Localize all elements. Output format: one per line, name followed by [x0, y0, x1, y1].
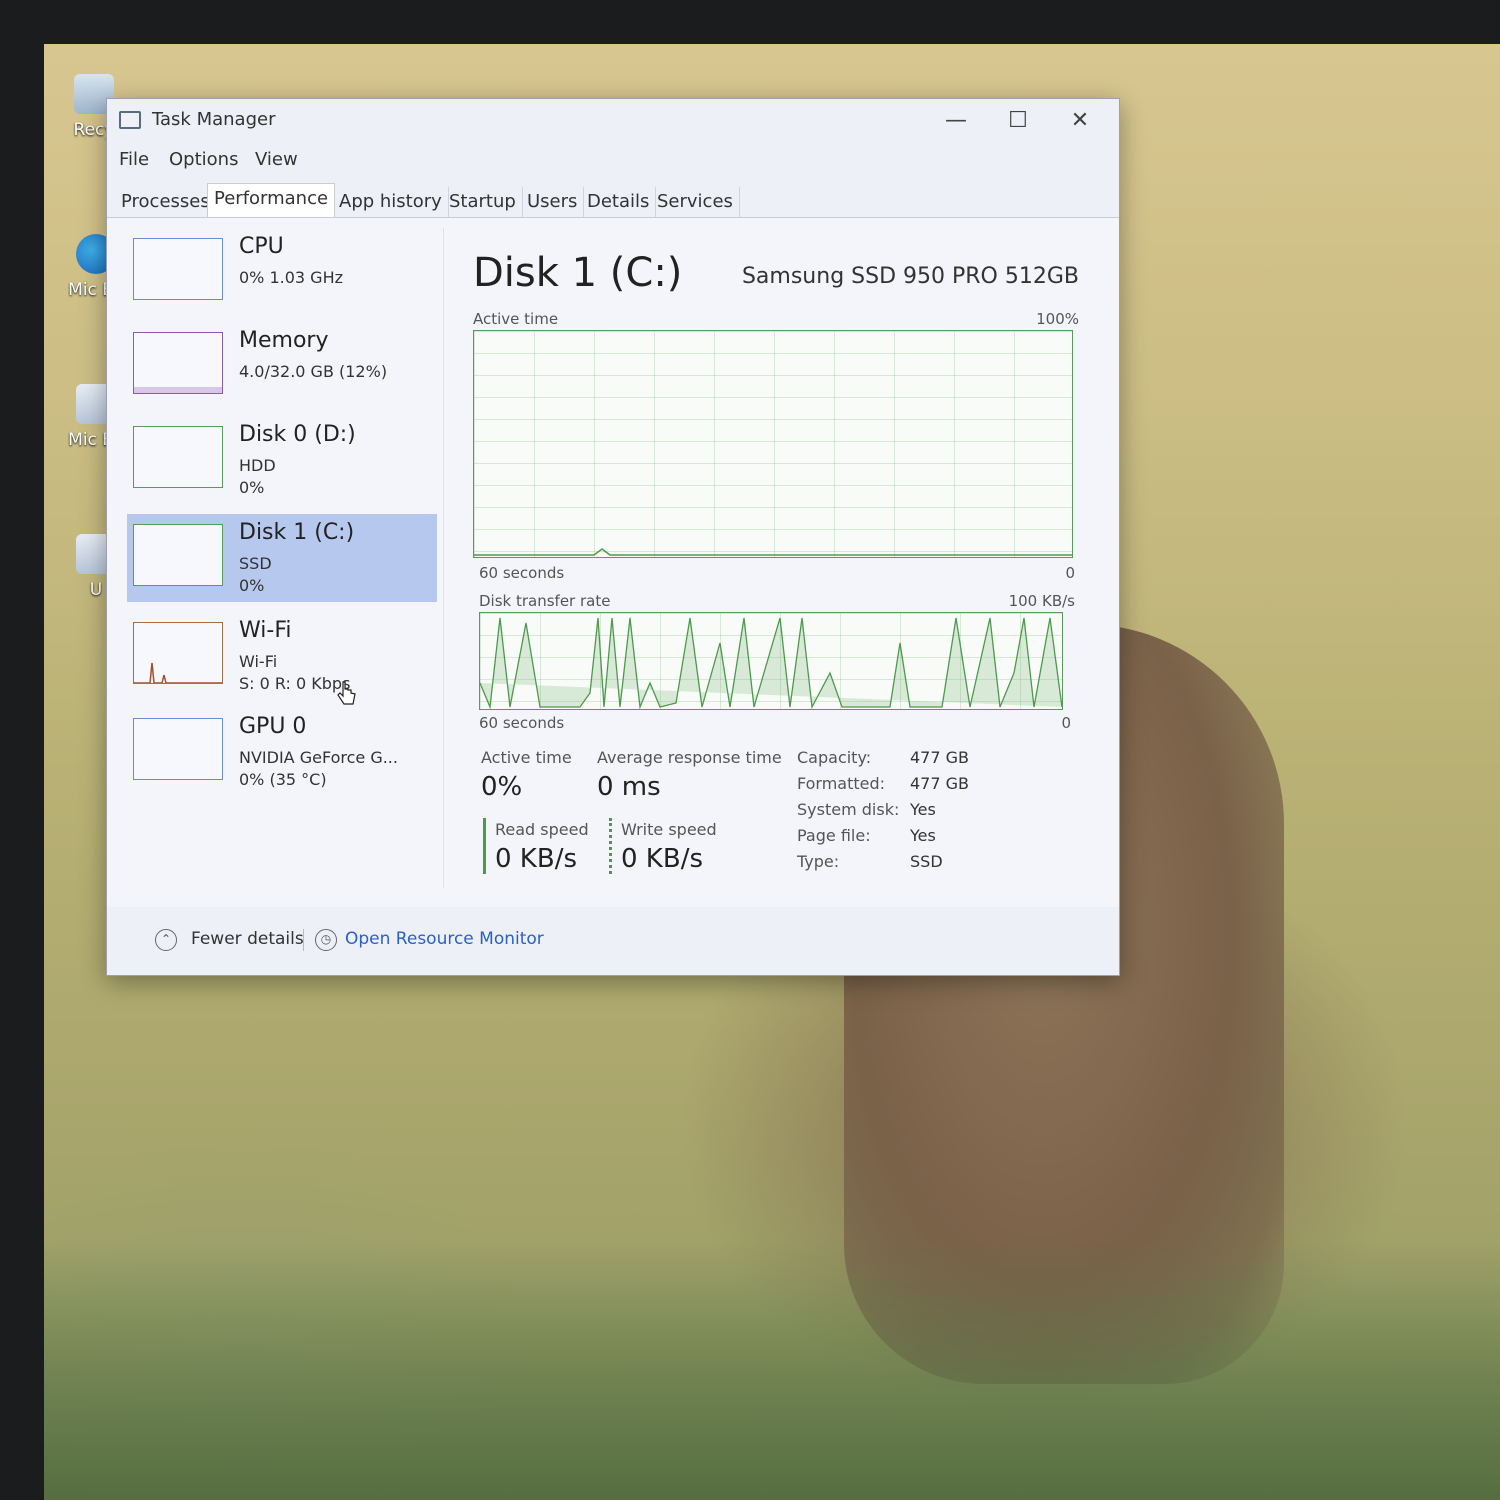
open-resource-monitor-link[interactable]: Open Resource Monitor	[345, 929, 544, 949]
property-value: 477 GB	[910, 748, 969, 767]
sidebar-item-wifi[interactable]: Wi-Fi Wi-Fi S: 0 R: 0 Kbps	[127, 612, 437, 700]
tab-startup[interactable]: Startup	[443, 187, 523, 217]
active-time-graph	[473, 330, 1073, 558]
property-label: Formatted:	[797, 774, 886, 793]
task-manager-window: Task Manager — ☐ ✕ File Options View Pro…	[106, 98, 1120, 976]
sidebar-item-label: Disk 0 (D:)	[239, 422, 356, 447]
response-time-value: 0 ms	[597, 772, 661, 802]
property-value: Yes	[910, 800, 936, 819]
wifi-spike-graph	[134, 662, 222, 683]
panel-divider	[443, 228, 444, 888]
minimize-button[interactable]: —	[933, 105, 979, 137]
menu-file[interactable]: File	[119, 149, 149, 170]
write-speed-label: Write speed	[621, 820, 717, 839]
memory-usage-fill	[134, 387, 222, 393]
tab-app-history[interactable]: App history	[333, 187, 449, 217]
active-time-graph-label: Active time	[473, 310, 559, 328]
sidebar-item-detail: 0%	[239, 576, 265, 595]
sidebar-item-disk-1[interactable]: Disk 1 (C:) SSD 0%	[127, 514, 437, 602]
footer-bar: ⌃ Fewer details ◷ Open Resource Monitor	[107, 907, 1119, 975]
property-value: SSD	[910, 852, 943, 871]
sidebar-item-detail: SSD	[239, 554, 272, 573]
property-label: Page file:	[797, 826, 871, 845]
sidebar-item-label: Wi-Fi	[239, 618, 292, 643]
active-time-stat-value: 0%	[481, 772, 523, 802]
write-speed-value: 0 KB/s	[621, 844, 703, 874]
transfer-rate-lines	[480, 617, 1062, 709]
transfer-rate-graph	[479, 612, 1063, 710]
sidebar-item-disk-0[interactable]: Disk 0 (D:) HDD 0%	[127, 416, 437, 504]
menu-bar: File Options View	[107, 145, 1119, 175]
sidebar-item-label: Memory	[239, 328, 329, 353]
property-label: System disk:	[797, 800, 900, 819]
sidebar-item-detail: S: 0 R: 0 Kbps	[239, 674, 351, 693]
property-label: Type:	[797, 852, 840, 871]
menu-options[interactable]: Options	[169, 149, 238, 170]
tab-processes[interactable]: Processes	[115, 187, 217, 217]
cpu-thumbnail-graph	[133, 238, 223, 300]
tab-performance[interactable]: Performance	[207, 183, 336, 218]
gpu-thumbnail-graph	[133, 718, 223, 780]
property-value: 477 GB	[910, 774, 969, 793]
sidebar-item-detail: 4.0/32.0 GB (12%)	[239, 362, 388, 381]
active-time-graph-max: 100%	[1036, 310, 1079, 328]
sidebar-item-detail: 0%	[239, 478, 265, 497]
memory-thumbnail-graph	[133, 332, 223, 394]
response-time-label: Average response time	[597, 748, 782, 767]
active-time-stat-label: Active time	[481, 748, 572, 767]
disk0-thumbnail-graph	[133, 426, 223, 488]
tab-strip: Processes Performance App history Startu…	[107, 183, 1119, 218]
read-speed-label: Read speed	[495, 820, 589, 839]
performance-panel: CPU 0% 1.03 GHz Memory 4.0/32.0 GB (12%)…	[107, 217, 1119, 908]
sidebar-item-label: CPU	[239, 234, 284, 259]
sidebar-item-detail: 0% (35 °C)	[239, 770, 327, 789]
disk-title: Disk 1 (C:)	[473, 250, 683, 296]
read-speed-value: 0 KB/s	[495, 844, 577, 874]
sidebar-item-gpu[interactable]: GPU 0 NVIDIA GeForce G... 0% (35 °C)	[127, 708, 437, 796]
chevron-up-icon[interactable]: ⌃	[155, 929, 177, 951]
active-time-axis-left: 60 seconds	[479, 564, 565, 582]
sidebar-item-label: GPU 0	[239, 714, 307, 739]
sidebar-item-detail: Wi-Fi	[239, 652, 278, 671]
wifi-thumbnail-graph	[133, 622, 223, 684]
wallpaper-grass	[44, 1240, 1500, 1500]
window-title: Task Manager	[152, 109, 276, 130]
desktop-screen: Recy Mic Ed Mic Ed U Task Manager — ☐ ✕ …	[44, 44, 1500, 1500]
sidebar-item-detail: NVIDIA GeForce G...	[239, 748, 398, 767]
task-manager-icon	[119, 111, 141, 129]
resource-monitor-icon[interactable]: ◷	[315, 929, 337, 951]
sidebar-item-detail: HDD	[239, 456, 276, 475]
sidebar-item-label: Disk 1 (C:)	[239, 520, 355, 545]
sidebar-item-memory[interactable]: Memory 4.0/32.0 GB (12%)	[127, 322, 437, 410]
transfer-graph-max: 100 KB/s	[1008, 592, 1075, 610]
title-bar[interactable]: Task Manager — ☐ ✕	[107, 99, 1119, 141]
property-label: Capacity:	[797, 748, 872, 767]
transfer-axis-left: 60 seconds	[479, 714, 565, 732]
fewer-details-button[interactable]: Fewer details	[191, 929, 304, 949]
disk-model: Samsung SSD 950 PRO 512GB	[741, 264, 1079, 289]
transfer-axis-right: 0	[1061, 714, 1071, 732]
tab-users[interactable]: Users	[521, 187, 585, 217]
sidebar-item-cpu[interactable]: CPU 0% 1.03 GHz	[127, 228, 437, 316]
read-speed-marker	[483, 818, 486, 874]
tab-services[interactable]: Services	[651, 187, 740, 217]
disk1-thumbnail-graph	[133, 524, 223, 586]
write-speed-marker	[609, 818, 612, 874]
footer-divider	[303, 929, 304, 951]
menu-view[interactable]: View	[255, 149, 298, 170]
close-button[interactable]: ✕	[1057, 105, 1103, 137]
maximize-button[interactable]: ☐	[995, 105, 1041, 137]
desktop-icon-label: U	[89, 580, 103, 600]
transfer-graph-label: Disk transfer rate	[479, 592, 611, 610]
property-value: Yes	[910, 826, 936, 845]
active-time-axis-right: 0	[1065, 564, 1075, 582]
hand-cursor-icon	[337, 681, 356, 705]
sidebar-item-detail: 0% 1.03 GHz	[239, 268, 344, 287]
tab-details[interactable]: Details	[581, 187, 657, 217]
active-time-line	[474, 548, 1072, 556]
